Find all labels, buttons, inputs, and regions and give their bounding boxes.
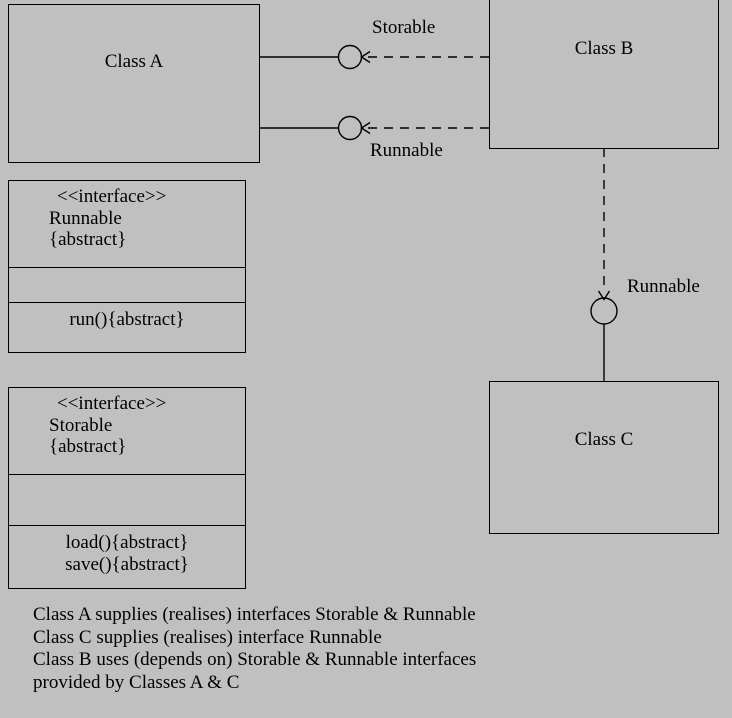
interface-stereotype-runnable: <<interface>> (57, 186, 167, 207)
operation-row: run(){abstract} (69, 309, 185, 330)
connector-lollipop-runnable-cb (590, 148, 618, 381)
open-arrowhead-runnable-cb (597, 290, 611, 301)
open-arrowhead-storable (360, 50, 371, 64)
class-box-class-c[interactable]: Class C (489, 381, 719, 534)
interface-operations-storable: load(){abstract} save(){abstract} (9, 526, 245, 588)
connector-label-storable: Storable (372, 17, 436, 38)
interface-operations-runnable: run(){abstract} (9, 303, 245, 352)
interface-attributes-runnable (9, 268, 245, 303)
provided-interface-ball-runnable-cb (590, 297, 618, 325)
connector-label-runnable-ab: Runnable (370, 140, 443, 161)
class-box-class-b[interactable]: Class B (489, 0, 719, 149)
interface-name-storable: Storable (49, 415, 113, 436)
provided-interface-ball-storable (337, 44, 363, 70)
interface-header-runnable: <<interface>> Runnable {abstract} (9, 181, 245, 268)
class-box-class-a[interactable]: Class A (8, 4, 260, 163)
uml-diagram-canvas: Class A Class B Class C <<interface>> Ru… (0, 0, 732, 718)
interface-box-runnable[interactable]: <<interface>> Runnable {abstract} run(){… (8, 180, 246, 353)
interface-box-storable[interactable]: <<interface>> Storable {abstract} load()… (8, 387, 246, 589)
caption-line: Class B uses (depends on) Storable & Run… (33, 649, 477, 670)
interface-attributes-storable (9, 475, 245, 526)
open-arrowhead-runnable-ab (360, 121, 371, 135)
provided-interface-ball-runnable-ab (337, 115, 363, 141)
connector-lollipop-storable (260, 44, 489, 70)
interface-header-storable: <<interface>> Storable {abstract} (9, 388, 245, 475)
caption-line: Class C supplies (realises) interface Ru… (33, 626, 382, 648)
connector-lollipop-runnable-ab (260, 115, 489, 141)
interface-abstract-marker-storable: {abstract} (49, 436, 127, 457)
caption-line: Class A supplies (realises) interfaces S… (33, 604, 476, 625)
interface-stereotype-storable: <<interface>> (57, 393, 167, 414)
diagram-caption: Class A supplies (realises) interfaces S… (33, 604, 476, 694)
caption-line: provided by Classes A & C (33, 671, 240, 693)
operation-row: save(){abstract} (65, 554, 189, 575)
class-name-class-b: Class B (574, 38, 634, 59)
interface-name-runnable: Runnable (49, 208, 122, 229)
operation-row: load(){abstract} (65, 532, 189, 553)
class-name-class-c: Class C (574, 429, 634, 450)
interface-abstract-marker-runnable: {abstract} (49, 229, 127, 250)
connector-label-runnable-cb: Runnable (627, 276, 700, 297)
class-name-class-a: Class A (104, 51, 164, 72)
